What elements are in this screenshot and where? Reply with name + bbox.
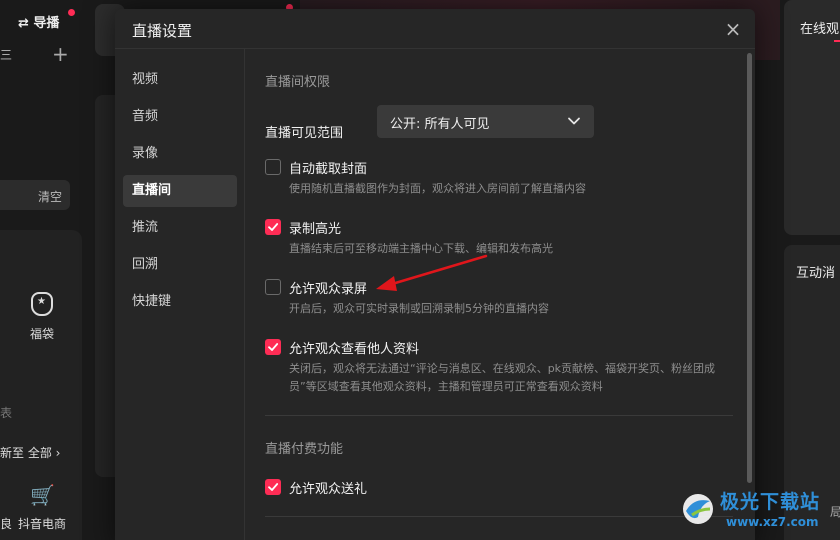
- interaction-title: 互动消: [796, 266, 836, 281]
- sidebar-item-live-room[interactable]: 直播间: [123, 175, 237, 207]
- watermark-url: www.xz7.com: [726, 515, 819, 529]
- sidebar-item-shortcuts[interactable]: 快捷键: [123, 286, 237, 318]
- watermark-name: 极光下载站: [720, 491, 821, 513]
- left-fragment: 三: [0, 48, 13, 62]
- scrollbar[interactable]: [747, 53, 752, 483]
- section-divider: [265, 415, 733, 416]
- check-icon: [268, 223, 279, 231]
- dialog-header: 直播设置 ×: [115, 9, 755, 49]
- fudai-label: 福袋: [30, 327, 55, 341]
- allow-recording-checkbox[interactable]: [265, 279, 281, 295]
- section-title-permissions: 直播间权限: [265, 75, 331, 90]
- sidebar-item-video[interactable]: 视频: [123, 64, 237, 96]
- view-profiles-checkbox[interactable]: [265, 339, 281, 355]
- tab-underline: [834, 40, 840, 42]
- allow-recording-desc: 开启后，观众可实时录制或回溯录制5分钟的直播内容: [289, 302, 549, 315]
- sidebar-item-recording[interactable]: 录像: [123, 138, 237, 170]
- chevron-down-icon: [568, 117, 580, 125]
- check-icon: [268, 343, 279, 351]
- section-divider: [265, 516, 733, 517]
- sidebar-item-audio[interactable]: 音频: [123, 101, 237, 133]
- live-settings-dialog: 直播设置 × 视频 音频 录像 直播间 推流 回溯 快捷键 直播间权限 直播可见…: [115, 9, 755, 540]
- clear-button[interactable]: 清空: [38, 188, 62, 205]
- view-profiles-label: 允许观众查看他人资料: [289, 342, 420, 357]
- cart-icon[interactable]: 🛒: [30, 483, 55, 507]
- bottom-fragment: 良: [0, 517, 13, 531]
- settings-sidebar: 视频 音频 录像 直播间 推流 回溯 快捷键: [115, 49, 245, 540]
- check-icon: [268, 483, 279, 491]
- highlight-desc: 直播结束后可至移动端主播中心下载、编辑和发布高光: [289, 242, 553, 255]
- notification-dot: [68, 9, 75, 16]
- close-icon[interactable]: ×: [721, 17, 745, 41]
- app-window: ⇄ 导播 三 + 清空 福袋 表 新至 全部 › 🛒 抖音电商 良 在线观 互动…: [0, 0, 840, 540]
- fudai-icon[interactable]: [31, 292, 53, 316]
- nav-label: 导播: [33, 16, 60, 31]
- visibility-value: 公开: 所有人可见: [390, 117, 490, 132]
- allow-gifts-label: 允许观众送礼: [289, 482, 368, 497]
- update-link[interactable]: 新至 全部 ›: [0, 444, 60, 461]
- section-title-paid: 直播付费功能: [265, 442, 344, 457]
- shop-label: 抖音电商: [18, 517, 67, 531]
- left-fragment-2: 表: [0, 406, 13, 420]
- settings-content: 直播间权限 直播可见范围 公开: 所有人可见 自动截取封面 使用随机直播截图作为…: [246, 49, 755, 540]
- highlight-checkbox[interactable]: [265, 219, 281, 235]
- allow-gifts-checkbox[interactable]: [265, 479, 281, 495]
- watermark: 极光下载站 www.xz7.com: [680, 487, 840, 540]
- sidebar-item-replay[interactable]: 回溯: [123, 249, 237, 281]
- add-icon[interactable]: +: [52, 42, 69, 66]
- dialog-title: 直播设置: [132, 22, 193, 40]
- sidebar-item-stream[interactable]: 推流: [123, 212, 237, 244]
- online-viewers-title[interactable]: 在线观: [800, 18, 839, 37]
- highlight-label: 录制高光: [289, 222, 342, 237]
- view-profiles-desc: 关闭后，观众将无法通过“评论与消息区、在线观众、pk贡献榜、福袋开奖页、粉丝团成…: [289, 362, 716, 393]
- auto-cover-label: 自动截取封面: [289, 162, 368, 177]
- visibility-select[interactable]: 公开: 所有人可见: [377, 105, 594, 138]
- nav-button[interactable]: ⇄ 导播: [18, 12, 59, 31]
- auto-cover-checkbox[interactable]: [265, 159, 281, 175]
- update-text: 新至 全部: [0, 446, 52, 460]
- watermark-logo-icon: [683, 494, 713, 524]
- visibility-label: 直播可见范围: [265, 126, 344, 141]
- allow-recording-label: 允许观众录屏: [289, 282, 368, 297]
- auto-cover-desc: 使用随机直播截图作为封面，观众将进入房间前了解直播内容: [289, 182, 586, 195]
